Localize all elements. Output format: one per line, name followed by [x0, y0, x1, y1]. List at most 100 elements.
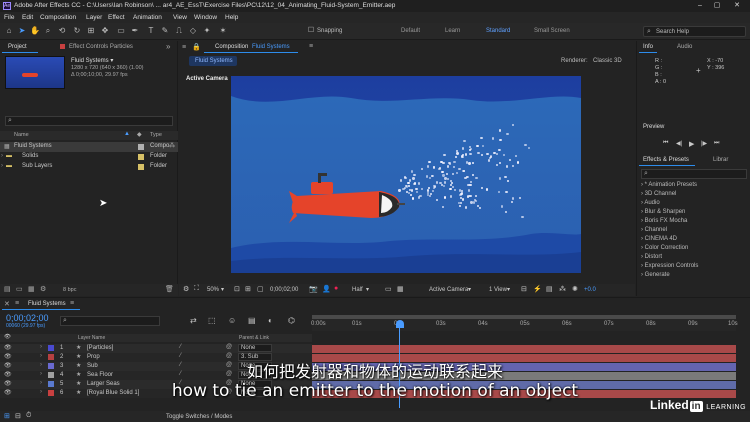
tab-composition[interactable]: Composition: [215, 44, 248, 50]
rotation-tool-icon[interactable]: ↻: [72, 26, 82, 36]
tab-composition-name[interactable]: Fluid Systems: [252, 44, 290, 50]
maximize-button[interactable]: ▢: [710, 1, 724, 11]
layer-duration-bar[interactable]: [312, 344, 736, 353]
project-item-fluid-systems[interactable]: ▦ Fluid Systems Compo ⁂: [0, 142, 178, 152]
tab-effect-controls[interactable]: Effect Controls Particles: [69, 44, 133, 50]
panel-menu-icon-2[interactable]: ≡: [70, 300, 74, 307]
resolution-dropdown[interactable]: Half: [352, 287, 363, 293]
panel-menu-icon[interactable]: ≡: [182, 44, 186, 51]
exposure-value[interactable]: +0.0: [584, 287, 596, 293]
interpret-footage-icon[interactable]: ▤: [4, 285, 11, 293]
new-comp-icon[interactable]: ▦: [28, 285, 35, 293]
pan-behind-icon[interactable]: ✥: [100, 26, 110, 36]
tab-effects-presets[interactable]: Effects & Presets: [643, 157, 689, 163]
grid-icon[interactable]: ⊞: [245, 285, 251, 293]
home-icon[interactable]: ⌂: [4, 26, 14, 36]
eye-icon[interactable]: 👁: [4, 344, 12, 351]
pen-tool-icon[interactable]: ✒: [130, 26, 140, 36]
current-timecode[interactable]: 0;00;02;00: [6, 313, 49, 323]
effects-item-boris-fx-mocha[interactable]: › Boris FX Mocha: [641, 218, 687, 224]
clone-stamp-icon[interactable]: ⎍: [174, 26, 184, 36]
tab-project[interactable]: Project: [8, 44, 27, 50]
zoom-tool-icon[interactable]: ⌕: [43, 26, 53, 36]
menu-edit[interactable]: Edit: [22, 14, 33, 21]
menu-window[interactable]: Window: [194, 14, 217, 21]
workspace-small-screen[interactable]: Small Screen: [534, 28, 570, 34]
hand-tool-icon[interactable]: ✋: [30, 26, 40, 36]
close-tab-icon[interactable]: ✕: [4, 300, 10, 308]
trash-icon[interactable]: 🗑: [165, 285, 174, 293]
menu-view[interactable]: View: [173, 14, 187, 21]
renderer-value[interactable]: Classic 3D: [593, 58, 622, 64]
menu-composition[interactable]: Composition: [40, 14, 76, 21]
preview-title[interactable]: Preview: [643, 124, 664, 130]
fit-view-icon[interactable]: ⛶: [194, 285, 199, 293]
prev-frame-icon[interactable]: ◀|: [676, 140, 682, 147]
tab-libraries[interactable]: Librar: [713, 157, 728, 163]
effects-item-animation-presets[interactable]: › * Animation Presets: [641, 182, 697, 188]
workspace-default[interactable]: Default: [401, 28, 420, 34]
timeline-icon[interactable]: ▤: [546, 285, 553, 293]
col-parent-link[interactable]: Parent & Link: [239, 335, 269, 341]
views-dropdown[interactable]: 1 View: [489, 287, 507, 293]
draft-3d-icon[interactable]: ⬚: [208, 316, 216, 325]
new-folder-icon[interactable]: ▭: [16, 285, 23, 293]
rectangle-tool-icon[interactable]: ▭: [116, 26, 126, 36]
effects-item-blur-sharpen[interactable]: › Blur & Sharpen: [641, 209, 685, 215]
camera-tool-icon[interactable]: ⊞: [86, 26, 96, 36]
effects-item-channel[interactable]: › Channel: [641, 227, 667, 233]
panel-menu-icon-2[interactable]: ≡: [309, 43, 313, 50]
expand-arrow-icon[interactable]: ›: [1, 163, 3, 169]
project-settings-icon[interactable]: ⚙: [40, 285, 46, 293]
workspace-standard[interactable]: Standard: [486, 28, 510, 34]
last-frame-icon[interactable]: ⏭: [714, 140, 719, 147]
composition-lock-icon[interactable]: 🔒: [192, 43, 201, 51]
snapping-checkbox-icon[interactable]: ☐: [306, 26, 316, 36]
expand-layer-switches-icon[interactable]: ⊞: [4, 412, 10, 420]
puppet-pin-icon[interactable]: ✶: [218, 26, 228, 36]
frame-blending-icon[interactable]: ▤: [248, 316, 256, 325]
reset-exposure-icon[interactable]: ✺: [572, 285, 578, 293]
effects-item-cinema-4d[interactable]: › CINEMA 4D: [641, 236, 677, 242]
expand-arrow-icon[interactable]: ›: [1, 153, 3, 159]
show-snapshot-icon[interactable]: 👤: [322, 285, 331, 293]
flowchart-icon[interactable]: ⁂: [169, 142, 175, 149]
motion-blur-icon[interactable]: ◐: [268, 316, 273, 325]
brush-tool-icon[interactable]: ✎: [160, 26, 170, 36]
col-name-header[interactable]: Name: [14, 132, 29, 138]
transparency-grid-icon[interactable]: ▦: [397, 285, 404, 293]
project-search-field[interactable]: ⌕: [5, 116, 173, 126]
viewer-timecode[interactable]: 0;00;02;00: [270, 287, 298, 293]
effects-item-3d-channel[interactable]: › 3D Channel: [641, 191, 676, 197]
project-item-sub-layers[interactable]: › ▬ Sub Layers Folder: [0, 162, 178, 172]
toggle-pixel-aspect-icon[interactable]: ⊟: [521, 285, 527, 293]
effects-item-expression-controls[interactable]: › Expression Controls: [641, 263, 698, 269]
playhead-handle[interactable]: [396, 320, 404, 328]
minimize-button[interactable]: –: [693, 1, 707, 11]
tab-timeline-comp[interactable]: Fluid Systems: [28, 301, 66, 307]
bit-depth-button[interactable]: 8 bpc: [63, 287, 76, 293]
region-of-interest-icon[interactable]: ▭: [385, 285, 392, 293]
workspace-learn[interactable]: Learn: [445, 28, 460, 34]
parent-dropdown[interactable]: None: [241, 345, 255, 351]
work-area-bar[interactable]: [312, 315, 736, 319]
mask-icon[interactable]: ▢: [257, 285, 264, 293]
search-help-field[interactable]: ⌕ Search Help: [643, 26, 746, 37]
pick-whip-icon[interactable]: @: [226, 344, 232, 350]
graph-editor-icon[interactable]: ⌬: [288, 316, 295, 325]
effects-item-distort[interactable]: › Distort: [641, 254, 662, 260]
tab-audio[interactable]: Audio: [677, 44, 692, 50]
play-icon[interactable]: ▶: [689, 140, 694, 148]
layer-row[interactable]: 👁 › 1 ★ [Particles] ⁄ @ None: [0, 344, 312, 353]
snapshot-icon[interactable]: 📷: [309, 285, 318, 293]
selection-tool-icon[interactable]: ➤: [17, 26, 27, 36]
menu-help[interactable]: Help: [225, 14, 238, 21]
panel-menu-icon[interactable]: ≡: [15, 300, 19, 307]
comp-mini-flowchart-icon[interactable]: ⇄: [190, 316, 197, 325]
col-type-header[interactable]: Type: [150, 132, 162, 138]
expand-timing-icon[interactable]: ⏱: [26, 412, 31, 420]
fast-preview-icon[interactable]: ⚡: [533, 285, 542, 293]
flowchart-icon[interactable]: ⁂: [559, 285, 566, 293]
menu-animation[interactable]: Animation: [133, 14, 162, 21]
orbit-camera-icon[interactable]: ⟲: [57, 26, 67, 36]
